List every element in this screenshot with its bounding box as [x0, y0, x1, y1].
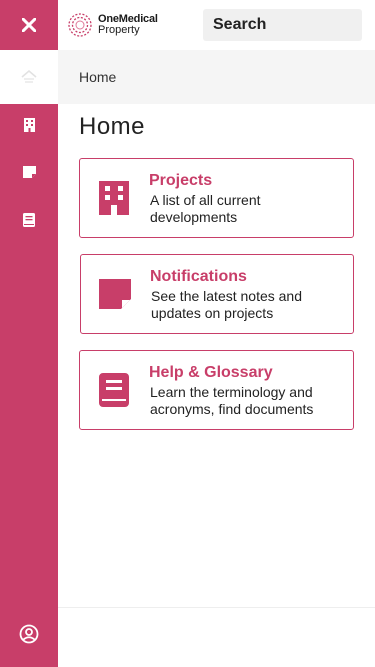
card-description: A list of all current developments [150, 192, 261, 225]
close-menu-button[interactable] [0, 0, 58, 50]
account-button[interactable] [0, 614, 58, 654]
user-circle-icon [19, 624, 39, 644]
help-glossary-card[interactable]: Help & Glossary Learn the terminology an… [79, 350, 354, 430]
breadcrumb: Home [58, 50, 375, 104]
brand-logo[interactable]: OneMedical Property [67, 11, 167, 39]
home-icon [21, 69, 37, 83]
rail-item-notifications[interactable] [0, 152, 58, 192]
side-rail [0, 0, 58, 667]
top-bar: OneMedical Property [58, 0, 375, 50]
card-title: Projects [149, 172, 213, 189]
notifications-card[interactable]: Notifications See the latest notes and u… [80, 254, 354, 334]
note-icon [22, 166, 36, 178]
book-icon [99, 373, 129, 407]
rail-item-home[interactable] [0, 50, 58, 104]
page-title: Home [79, 113, 146, 140]
book-icon [23, 213, 35, 227]
projects-card[interactable]: Projects A list of all current developme… [79, 158, 354, 238]
building-icon [99, 181, 129, 215]
search-input[interactable] [203, 9, 362, 41]
building-icon [23, 118, 35, 132]
note-icon [99, 279, 131, 309]
rail-item-help[interactable] [0, 200, 58, 240]
logo-mark-icon [68, 13, 92, 37]
close-icon [22, 18, 36, 32]
breadcrumb-home[interactable]: Home [79, 69, 116, 85]
card-description: See the latest notes and updates on proj… [151, 288, 302, 321]
card-description: Learn the terminology and acronyms, find… [150, 384, 314, 417]
card-title: Notifications [150, 268, 247, 285]
rail-item-projects[interactable] [0, 105, 58, 145]
footer-divider [58, 607, 375, 608]
brand-subname: Property [98, 24, 140, 36]
card-title: Help & Glossary [149, 364, 273, 381]
